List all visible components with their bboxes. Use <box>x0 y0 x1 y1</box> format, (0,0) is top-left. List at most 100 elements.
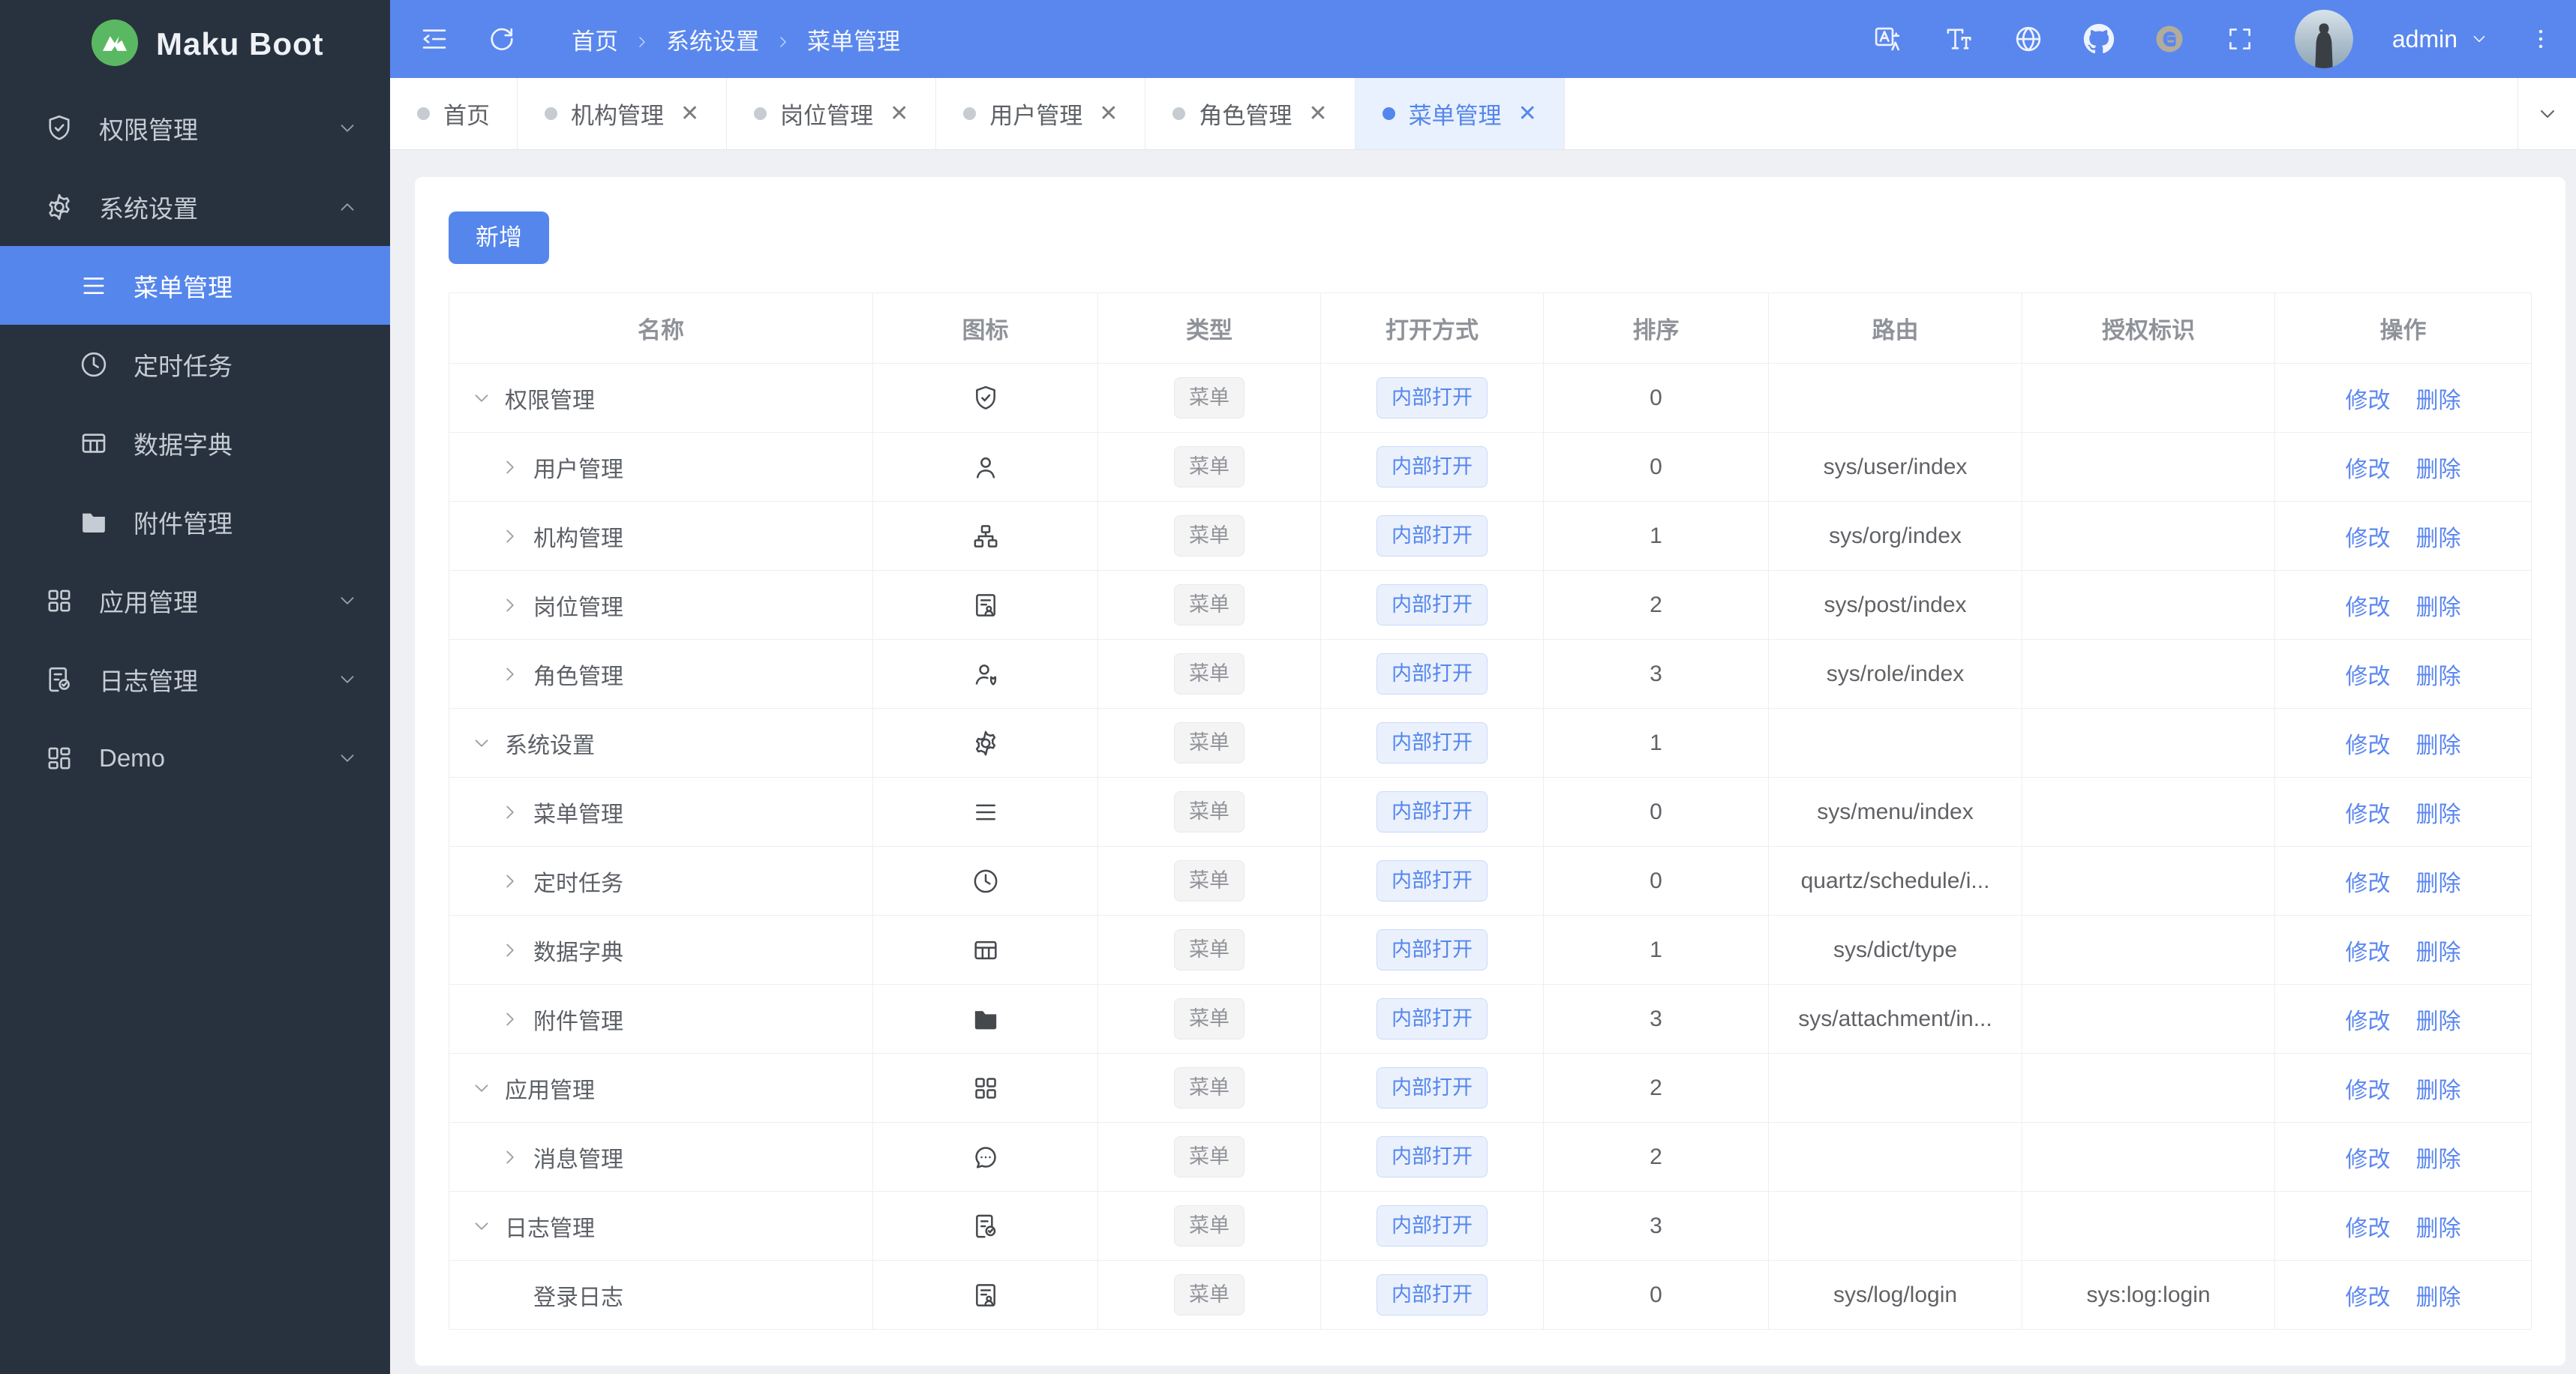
breadcrumb-separator-icon <box>633 30 651 48</box>
tab-label: 菜单管理 <box>1408 103 1502 129</box>
content-card: 新增 名称 图标 类型 打开方式 排序 路由 授权标识 操作 权限管理 菜单 内部打开 0 修改 删除用… <box>415 177 2565 1366</box>
table-row: 日志管理 菜单 内部打开 3 修改 删除 <box>449 1191 2532 1261</box>
delete-link[interactable]: 删除 <box>2416 388 2461 413</box>
edit-link[interactable]: 修改 <box>2346 1148 2391 1172</box>
user-menu[interactable]: admin <box>2392 26 2489 53</box>
row-expand-icon[interactable] <box>499 870 521 892</box>
delete-link[interactable]: 删除 <box>2416 1286 2461 1310</box>
edit-link[interactable]: 修改 <box>2346 802 2391 827</box>
tab-close-icon[interactable]: ✕ <box>1308 100 1327 127</box>
sidebar-subitem-定时任务[interactable]: 定时任务 <box>0 325 390 404</box>
breadcrumb-item-菜单管理[interactable]: 菜单管理 <box>807 22 900 56</box>
menu-name: 岗位管理 <box>449 589 872 622</box>
sidebar-subitem-菜单管理[interactable]: 菜单管理 <box>0 246 390 325</box>
tabs-dropdown-button[interactable] <box>2517 78 2576 149</box>
delete-link[interactable]: 删除 <box>2416 1010 2461 1034</box>
type-badge: 菜单 <box>1174 515 1244 556</box>
role-icon <box>971 659 1001 689</box>
row-expand-icon[interactable] <box>470 732 493 754</box>
tab-首页[interactable]: 首页 <box>390 78 518 149</box>
delete-link[interactable]: 删除 <box>2416 596 2461 620</box>
globe-icon[interactable] <box>2013 23 2044 55</box>
delete-link[interactable]: 删除 <box>2416 1078 2461 1103</box>
delete-link[interactable]: 删除 <box>2416 940 2461 965</box>
chevron-down-icon <box>336 117 359 140</box>
delete-link[interactable]: 删除 <box>2416 872 2461 896</box>
row-expand-icon[interactable] <box>470 1215 493 1238</box>
tab-角色管理[interactable]: 角色管理 ✕ <box>1145 78 1356 149</box>
tab-close-icon[interactable]: ✕ <box>1099 100 1118 127</box>
edit-link[interactable]: 修改 <box>2346 596 2391 620</box>
edit-link[interactable]: 修改 <box>2346 1216 2391 1241</box>
delete-link[interactable]: 删除 <box>2416 1148 2461 1172</box>
delete-link[interactable]: 删除 <box>2416 734 2461 758</box>
edit-link[interactable]: 修改 <box>2346 458 2391 482</box>
avatar[interactable] <box>2294 10 2353 68</box>
menu-name: 用户管理 <box>449 451 872 484</box>
row-expand-icon[interactable] <box>499 1008 521 1030</box>
row-expand-icon[interactable] <box>499 939 521 962</box>
open-mode-badge: 内部打开 <box>1377 791 1488 832</box>
edit-link[interactable]: 修改 <box>2346 940 2391 965</box>
tab-close-icon[interactable]: ✕ <box>680 100 699 127</box>
breadcrumb-item-首页[interactable]: 首页 <box>572 22 618 56</box>
sidebar-subitem-数据字典[interactable]: 数据字典 <box>0 404 390 482</box>
row-expand-icon[interactable] <box>470 387 493 410</box>
tab-close-icon[interactable]: ✕ <box>890 100 908 127</box>
fullscreen-icon[interactable] <box>2224 23 2256 55</box>
translate-icon[interactable] <box>1872 23 1903 55</box>
breadcrumb-item-系统设置[interactable]: 系统设置 <box>666 22 759 56</box>
grid-icon <box>971 1073 1001 1103</box>
logo-icon <box>92 19 138 70</box>
delete-link[interactable]: 删除 <box>2416 458 2461 482</box>
row-expand-icon[interactable] <box>499 663 521 686</box>
edit-link[interactable]: 修改 <box>2346 1078 2391 1103</box>
add-button[interactable]: 新增 <box>449 212 549 264</box>
tab-机构管理[interactable]: 机构管理 ✕ <box>518 78 728 149</box>
tab-close-icon[interactable]: ✕ <box>1518 100 1537 127</box>
github-icon[interactable] <box>2083 23 2115 55</box>
sidebar-collapse-icon[interactable] <box>419 23 450 55</box>
edit-link[interactable]: 修改 <box>2346 734 2391 758</box>
edit-link[interactable]: 修改 <box>2346 526 2391 551</box>
route-value: quartz/schedule/i... <box>1768 846 2022 916</box>
tab-岗位管理[interactable]: 岗位管理 ✕ <box>727 78 937 149</box>
tab-label: 角色管理 <box>1199 103 1293 129</box>
row-expand-icon[interactable] <box>499 456 521 478</box>
delete-link[interactable]: 删除 <box>2416 526 2461 551</box>
tab-用户管理[interactable]: 用户管理 ✕ <box>936 78 1146 149</box>
edit-link[interactable]: 修改 <box>2346 1010 2391 1034</box>
menu-table: 名称 图标 类型 打开方式 排序 路由 授权标识 操作 权限管理 菜单 内部打开 0 修改 删除 用户管理… <box>449 292 2532 1330</box>
font-size-icon[interactable] <box>1942 23 1974 55</box>
sidebar-item-日志管理[interactable]: 日志管理 <box>0 640 390 718</box>
row-expand-icon[interactable] <box>499 525 521 548</box>
sidebar-item-系统设置[interactable]: 系统设置 <box>0 167 390 246</box>
tab-label: 首页 <box>443 103 490 129</box>
refresh-icon[interactable] <box>486 23 518 55</box>
edit-link[interactable]: 修改 <box>2346 1286 2391 1310</box>
sidebar-subitem-附件管理[interactable]: 附件管理 <box>0 482 390 561</box>
row-expand-icon[interactable] <box>499 594 521 616</box>
row-expand-icon[interactable] <box>470 1077 493 1100</box>
gear-icon <box>971 728 1001 758</box>
edit-link[interactable]: 修改 <box>2346 388 2391 413</box>
sidebar-item-应用管理[interactable]: 应用管理 <box>0 561 390 640</box>
menu-icon <box>971 797 1001 827</box>
row-expand-icon[interactable] <box>499 801 521 824</box>
edit-link[interactable]: 修改 <box>2346 664 2391 689</box>
edit-link[interactable]: 修改 <box>2346 872 2391 896</box>
sidebar-item-Demo[interactable]: Demo <box>0 718 390 797</box>
sidebar-item-权限管理[interactable]: 权限管理 <box>0 88 390 167</box>
delete-link[interactable]: 删除 <box>2416 1216 2461 1241</box>
demo-grid-icon <box>44 742 75 774</box>
delete-link[interactable]: 删除 <box>2416 664 2461 689</box>
auth-value <box>2022 846 2275 916</box>
route-value: sys/org/index <box>1768 501 2022 571</box>
auth-value <box>2022 915 2275 985</box>
kebab-menu-icon[interactable] <box>2528 23 2553 55</box>
gitee-icon[interactable] <box>2154 23 2185 55</box>
tab-dot <box>545 107 557 120</box>
delete-link[interactable]: 删除 <box>2416 802 2461 827</box>
row-expand-icon[interactable] <box>499 1146 521 1168</box>
tab-菜单管理[interactable]: 菜单管理 ✕ <box>1355 78 1565 149</box>
